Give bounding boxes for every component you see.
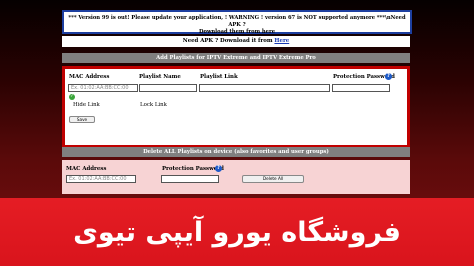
delete-help-icon[interactable]: ? — [215, 165, 222, 172]
apk-here-link[interactable]: Here — [274, 38, 289, 44]
notice-line-2: Download them from here — [198, 29, 275, 35]
mac-address-input[interactable]: Ex. 01:02:AA:BB:CC:00 — [68, 84, 138, 92]
save-button[interactable]: Save — [69, 116, 95, 123]
delete-all-button[interactable]: Delete All — [242, 175, 304, 183]
lock-link-option[interactable]: Lock Link — [140, 102, 167, 108]
update-notice: *** Version 99 is out! Please update you… — [62, 10, 412, 35]
apk-download-line: Need APK ? Download it from Here — [62, 36, 410, 47]
delete-protection-password-input[interactable] — [161, 175, 219, 183]
delete-playlists-form: MAC Address Protection Password ? Ex. 01… — [62, 160, 410, 194]
banner-text: فروشگاه یورو آیپی تیوی — [73, 216, 401, 248]
help-icon[interactable]: ? — [385, 73, 392, 80]
delete-mac-address-input[interactable]: Ex. 01:02:AA:BB:CC:00 — [66, 175, 136, 183]
apk-text: Need APK ? Download it from — [182, 38, 273, 44]
playlist-link-input[interactable] — [199, 84, 330, 92]
delete-all-header: Delete ALL Playlists on device (also fav… — [62, 147, 410, 157]
notice-line-1: *** Version 99 is out! Please update you… — [68, 15, 406, 28]
playlist-link-label: Playlist Link — [200, 74, 238, 80]
protection-password-input[interactable] — [332, 84, 390, 92]
add-playlist-form: MAC Address Playlist Name Playlist Link … — [62, 66, 410, 148]
playlist-name-label: Playlist Name — [139, 74, 181, 80]
hide-link-option[interactable]: Hide Link — [73, 102, 100, 108]
playlist-name-input[interactable] — [139, 84, 197, 92]
check-icon: ✓ — [69, 94, 75, 100]
store-banner: فروشگاه یورو آیپی تیوی — [0, 198, 474, 266]
delete-mac-address-label: MAC Address — [66, 166, 107, 172]
mac-address-label: MAC Address — [69, 74, 110, 80]
add-playlists-header: Add Playlists for IPTV Extreme and IPTV … — [62, 53, 410, 63]
